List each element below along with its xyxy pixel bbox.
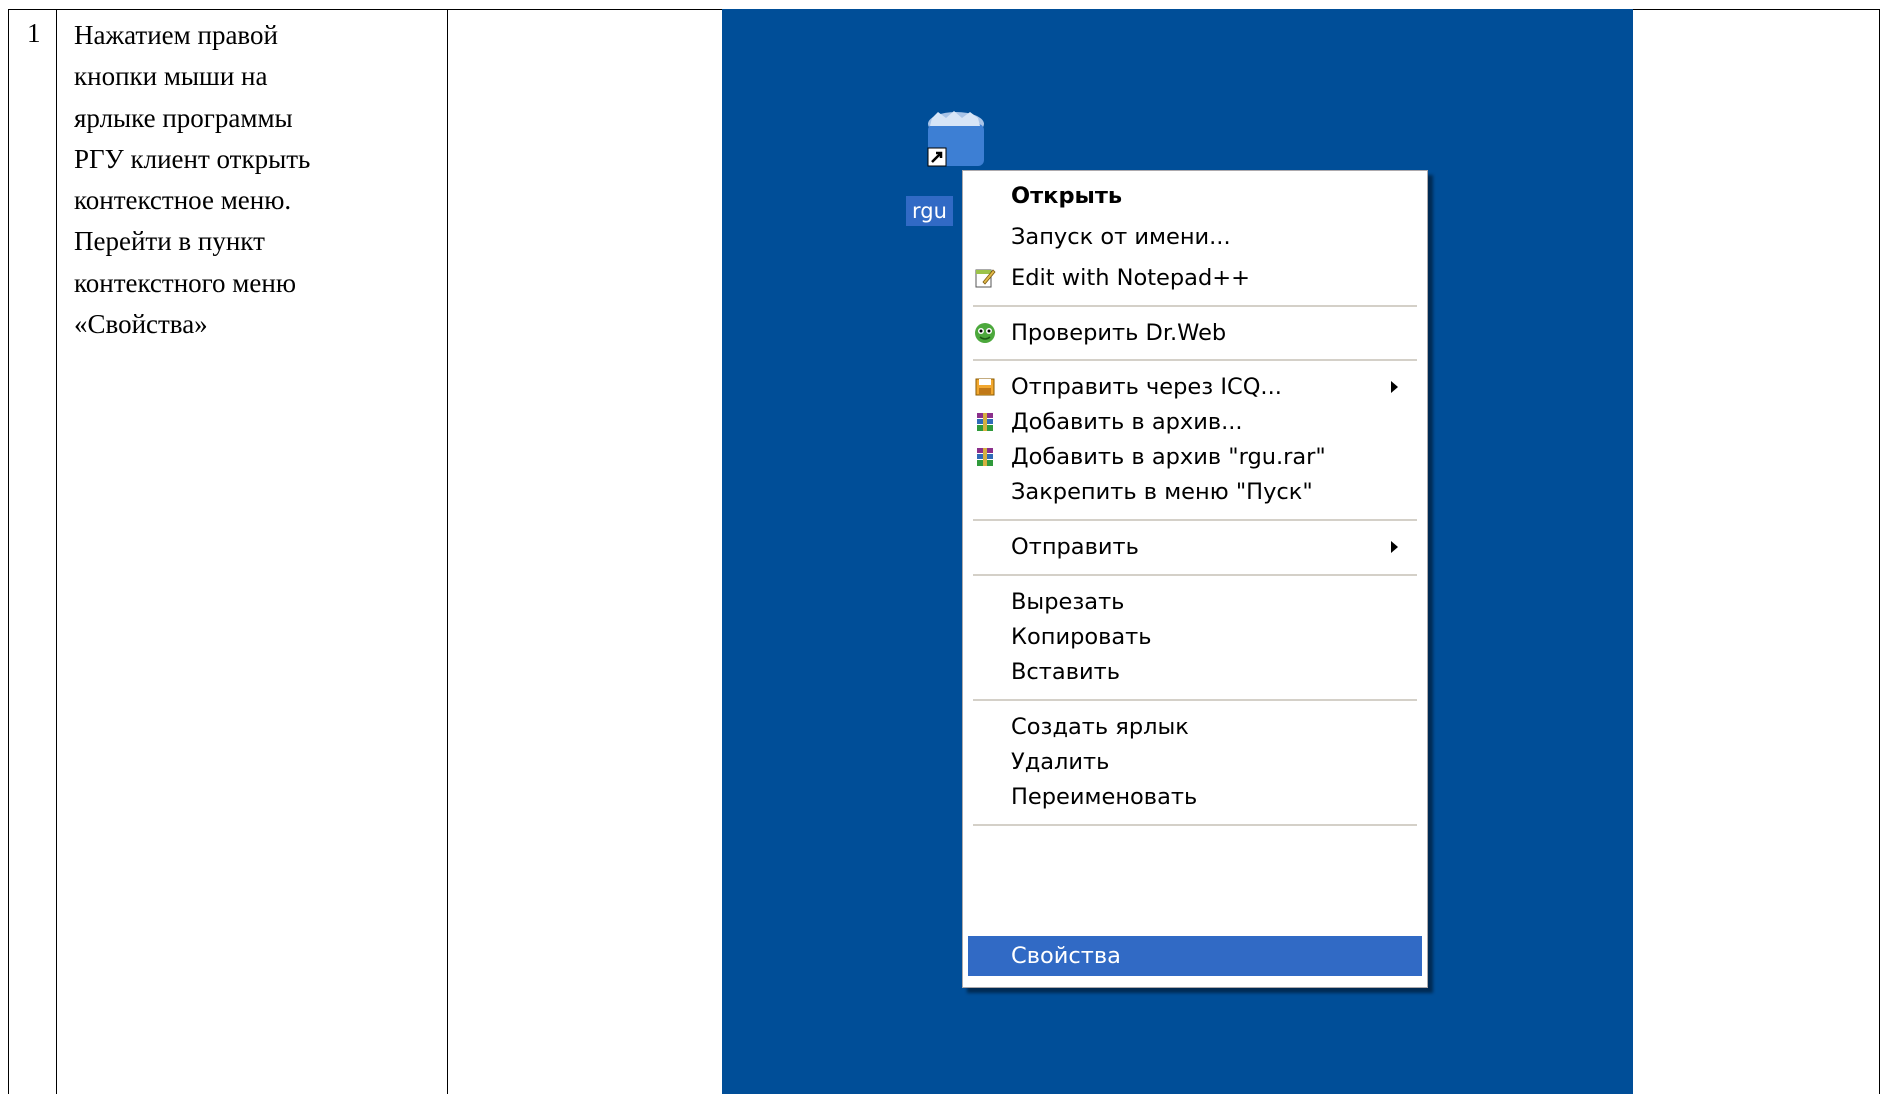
- menu-item-label: Свойства: [1011, 943, 1121, 969]
- notepad-plus-plus-icon: [975, 269, 996, 288]
- menu-item-pin-start[interactable]: Закрепить в меню "Пуск": [968, 472, 1422, 512]
- menu-item-label: Вырезать: [1011, 589, 1125, 615]
- icq-send-icon: [975, 378, 995, 396]
- menu-separator: [973, 699, 1417, 702]
- table-border-right: [1879, 9, 1880, 1094]
- menu-item-send-icq[interactable]: Отправить через ICQ...: [968, 367, 1422, 407]
- menu-item-send-to[interactable]: Отправить: [968, 527, 1422, 567]
- menu-item-label: Добавить в архив...: [1011, 409, 1243, 435]
- menu-item-label: Edit with Notepad++: [1011, 265, 1250, 291]
- menu-item-properties[interactable]: Свойства: [968, 936, 1422, 976]
- rgu-shortcut-label[interactable]: rgu: [906, 196, 953, 226]
- menu-item-label: Создать ярлык: [1011, 714, 1189, 740]
- menu-item-label: Открыть: [1011, 183, 1123, 209]
- table-border-left: [8, 9, 9, 1094]
- submenu-arrow-icon: [1391, 381, 1398, 393]
- table-border-text-col: [447, 9, 448, 1094]
- menu-item-run-as[interactable]: Запуск от имени...: [968, 217, 1422, 257]
- table-border-number-col: [56, 9, 57, 1094]
- menu-item-rename[interactable]: Переименовать: [968, 777, 1422, 817]
- menu-item-delete[interactable]: Удалить: [968, 742, 1422, 782]
- menu-separator: [973, 305, 1417, 308]
- menu-item-label: Закрепить в меню "Пуск": [1011, 479, 1313, 505]
- menu-item-open[interactable]: Открыть: [968, 176, 1422, 216]
- rgu-shortcut-icon[interactable]: [920, 108, 990, 170]
- submenu-arrow-icon: [1391, 541, 1398, 553]
- menu-item-add-archive[interactable]: Добавить в архив...: [968, 402, 1422, 442]
- menu-item-cut[interactable]: Вырезать: [968, 582, 1422, 622]
- menu-separator: [973, 824, 1417, 827]
- menu-item-copy[interactable]: Копировать: [968, 617, 1422, 657]
- menu-item-edit-notepadpp[interactable]: Edit with Notepad++: [968, 258, 1422, 298]
- menu-item-create-shortcut[interactable]: Создать ярлык: [968, 707, 1422, 747]
- step-number: 1: [27, 18, 41, 48]
- menu-item-label: Запуск от имени...: [1011, 224, 1231, 250]
- menu-item-label: Вставить: [1011, 659, 1120, 685]
- menu-separator: [973, 574, 1417, 577]
- menu-item-drweb-scan[interactable]: Проверить Dr.Web: [968, 313, 1422, 353]
- menu-item-label: Отправить: [1011, 534, 1139, 560]
- menu-item-label: Отправить через ICQ...: [1011, 374, 1282, 400]
- winrar-icon: [977, 413, 993, 431]
- menu-item-label: Проверить Dr.Web: [1011, 320, 1227, 346]
- menu-item-label: Добавить в архив "rgu.rar": [1011, 444, 1326, 470]
- menu-item-label: Переименовать: [1011, 784, 1198, 810]
- drweb-icon: [975, 323, 995, 343]
- context-menu: Открыть Запуск от имени... Edit with Not…: [962, 170, 1428, 988]
- menu-item-add-rgu-rar[interactable]: Добавить в архив "rgu.rar": [968, 437, 1422, 477]
- menu-item-paste[interactable]: Вставить: [968, 652, 1422, 692]
- winrar-icon: [977, 448, 993, 466]
- menu-separator: [973, 359, 1417, 362]
- menu-item-label: Удалить: [1011, 749, 1110, 775]
- step-description: Нажатием правой кнопки мыши на ярлыке пр…: [74, 20, 311, 340]
- menu-separator: [973, 519, 1417, 522]
- menu-item-label: Копировать: [1011, 624, 1152, 650]
